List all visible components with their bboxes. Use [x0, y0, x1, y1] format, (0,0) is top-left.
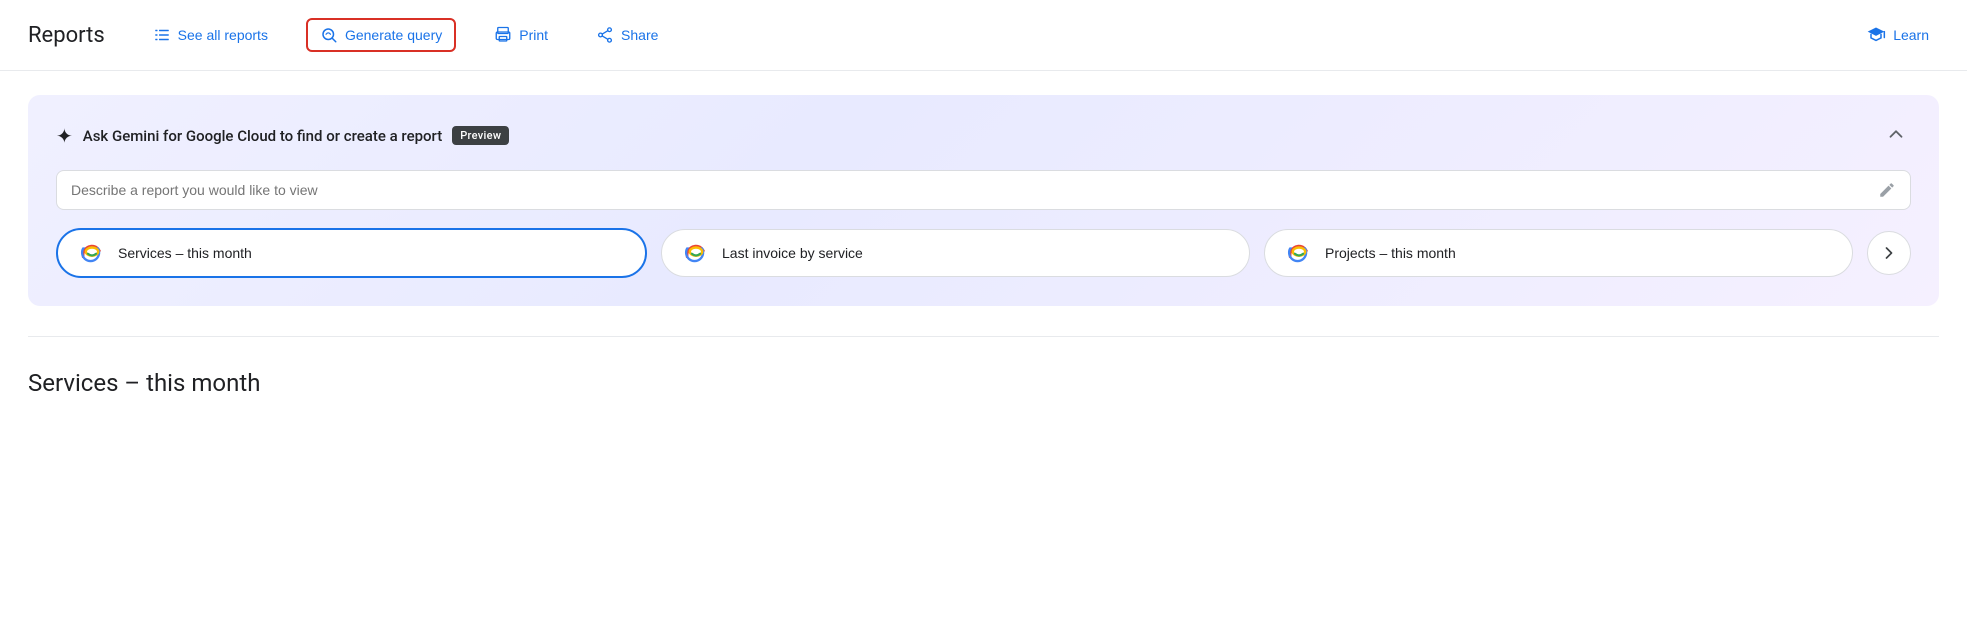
learn-button[interactable]: Learn: [1856, 19, 1939, 51]
print-button[interactable]: Print: [484, 20, 558, 50]
section-title: Services – this month: [0, 337, 1967, 397]
page-title: Reports: [28, 23, 105, 48]
edit-icon: [1878, 181, 1896, 199]
quick-card-2-label: Last invoice by service: [722, 245, 863, 261]
quick-cards: Services – this month Last invoice by se…: [56, 228, 1911, 278]
gemini-search-input[interactable]: [71, 182, 1878, 198]
chevron-up-icon: [1885, 123, 1907, 145]
sparkles-icon: ✦: [56, 124, 73, 148]
print-label: Print: [519, 27, 548, 43]
generate-query-icon: [320, 26, 338, 44]
gemini-section: ✦ Ask Gemini for Google Cloud to find or…: [28, 95, 1939, 306]
quick-card-3-label: Projects – this month: [1325, 245, 1456, 261]
gcloud-logo-3: [1285, 242, 1313, 264]
list-icon: [153, 26, 171, 44]
gcloud-logo-1: [78, 242, 106, 264]
gemini-input-wrap: [56, 170, 1911, 210]
generate-query-label: Generate query: [345, 27, 442, 43]
learn-icon: [1866, 25, 1886, 45]
gcloud-logo-2: [682, 242, 710, 264]
toolbar: Reports See all reports Generate query P…: [0, 0, 1967, 71]
print-icon: [494, 26, 512, 44]
quick-card-projects-month[interactable]: Projects – this month: [1264, 229, 1853, 277]
gemini-collapse-button[interactable]: [1881, 119, 1911, 152]
share-icon: [596, 26, 614, 44]
share-label: Share: [621, 27, 658, 43]
gemini-heading: Ask Gemini for Google Cloud to find or c…: [83, 127, 442, 145]
preview-badge: Preview: [452, 126, 509, 145]
chevron-right-icon: [1879, 243, 1899, 263]
quick-card-1-label: Services – this month: [118, 245, 252, 261]
quick-card-last-invoice[interactable]: Last invoice by service: [661, 229, 1250, 277]
cards-next-button[interactable]: [1867, 231, 1911, 275]
generate-query-button[interactable]: Generate query: [306, 18, 456, 52]
gemini-header: ✦ Ask Gemini for Google Cloud to find or…: [56, 119, 1911, 152]
see-all-reports-button[interactable]: See all reports: [143, 20, 278, 50]
learn-label: Learn: [1893, 27, 1929, 43]
share-button[interactable]: Share: [586, 20, 668, 50]
see-all-reports-label: See all reports: [178, 27, 268, 43]
quick-card-services-month[interactable]: Services – this month: [56, 228, 647, 278]
